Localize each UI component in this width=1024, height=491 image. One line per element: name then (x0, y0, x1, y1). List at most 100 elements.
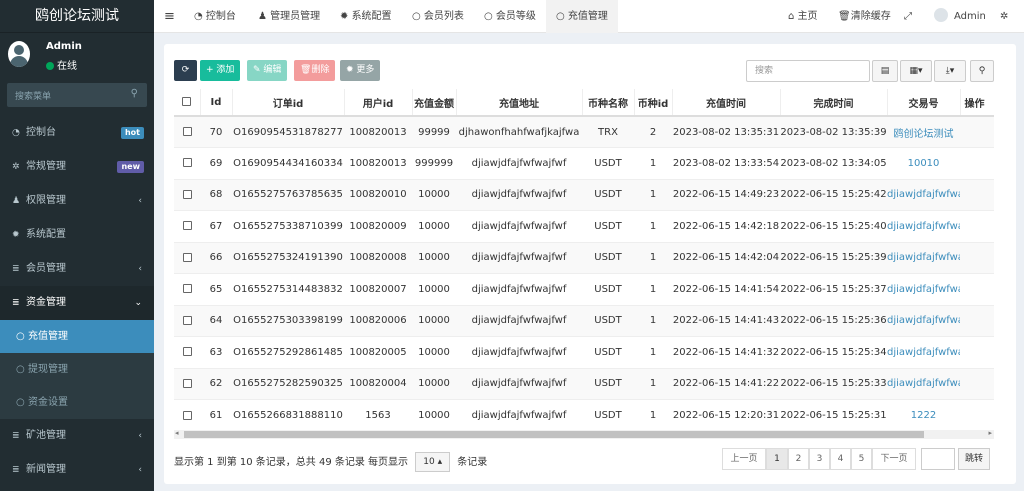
tab-dashboard[interactable]: ◔ 控制台 (194, 0, 236, 33)
column-header[interactable]: 操作 (960, 89, 994, 117)
table-row[interactable]: 61 O1655266831888110 1563 10000 djiawjdfajfw… (174, 399, 994, 429)
tab-admin-management[interactable]: ♟ 管理员管理 (258, 0, 320, 33)
column-header[interactable]: 币种id (634, 89, 673, 117)
page-scrollbar[interactable] (1016, 33, 1024, 491)
circle-icon: ○ (412, 11, 424, 22)
table-row[interactable]: 62 O1655275282590325 100820004 10000 djiawjd… (174, 367, 994, 400)
table-cell[interactable]: djiawjdfajfwfwajfwf (887, 178, 960, 211)
table-cell[interactable]: djiawjdfajfwfwajfwf (887, 241, 960, 274)
jump-button[interactable]: 跳转 (958, 448, 990, 470)
row-checkbox[interactable] (174, 399, 200, 429)
tab-member-level[interactable]: ○ 会员等级 (484, 0, 536, 33)
search-icon[interactable]: ⚲ (131, 88, 138, 99)
table-cell[interactable]: 鸥创论坛测试 (887, 115, 960, 148)
tab-system-config[interactable]: ✹ 系统配置 (340, 0, 392, 33)
table-cell: 61 (200, 399, 232, 429)
advanced-search-icon[interactable]: ⚲ (970, 60, 994, 82)
sidebar-item-dashboard[interactable]: ◔ 控制台 hot (0, 116, 154, 150)
row-checkbox[interactable] (174, 210, 200, 242)
jump-page-input[interactable] (921, 448, 955, 470)
delete-button[interactable]: 🗑删除 (294, 60, 336, 81)
tab-recharge-management[interactable]: ○ 充值管理 (546, 0, 618, 33)
row-checkbox[interactable] (174, 241, 200, 274)
sidebar-item-fund-settings[interactable]: ○ 资金设置 (0, 386, 154, 419)
table-row[interactable]: 65 O1655275314483832 100820007 10000 djiawjd… (174, 273, 994, 305)
column-header[interactable]: 充值地址 (456, 89, 583, 117)
table-row[interactable]: 70 O1690954531878277 100820013 99999 djhawon… (174, 115, 994, 148)
table-cell: 69 (200, 147, 232, 179)
table-cell (960, 178, 994, 211)
sidebar-item-pool[interactable]: ≣ 矿池管理 ‹ (0, 419, 154, 453)
table-row[interactable]: 63 O1655275292861485 100820005 10000 djiawjd… (174, 336, 994, 368)
page-button-5[interactable]: 5 (851, 448, 872, 470)
column-header[interactable]: 币种名称 (582, 89, 635, 117)
home-link[interactable]: ⌂ 主页 (788, 0, 818, 33)
horizontal-scrollbar[interactable]: ◂ ▸ (174, 429, 994, 439)
toggle-view-icon[interactable]: ▤ (872, 60, 898, 82)
columns-dropdown-icon[interactable]: ▦▾ (900, 60, 932, 82)
next-page-button[interactable]: 下一页 (872, 448, 916, 470)
sidebar-item-general[interactable]: ✲ 常规管理 new (0, 150, 154, 184)
sidebar-item-config[interactable]: ✹ 系统配置 (0, 218, 154, 252)
column-header[interactable]: 完成时间 (780, 89, 888, 117)
column-header[interactable]: 充值金额 (412, 89, 457, 117)
page-button-2[interactable]: 2 (788, 448, 809, 470)
menu-search-input[interactable]: 搜索菜单 ⚲ (7, 83, 147, 107)
table-cell: 64 (200, 304, 232, 337)
sidebar-item-recharge[interactable]: ○ 充值管理 (0, 320, 154, 353)
export-dropdown-icon[interactable]: ⤓▾ (934, 60, 966, 82)
table-cell[interactable]: djiawjdfajfwfwajfwf (887, 367, 960, 400)
prev-page-button[interactable]: 上一页 (722, 448, 766, 470)
table-cell: djiawjdfajfwfwajfwf (456, 367, 582, 400)
scroll-right-icon[interactable]: ▸ (988, 429, 992, 437)
page-button-3[interactable]: 3 (809, 448, 830, 470)
app-title[interactable]: 鸥创论坛测试 (0, 0, 154, 33)
column-header[interactable]: Id (200, 89, 233, 117)
row-checkbox[interactable] (174, 147, 200, 179)
column-header[interactable]: 充值时间 (672, 89, 781, 117)
row-checkbox[interactable] (174, 367, 200, 400)
fullscreen-icon[interactable]: ⤢ (904, 0, 912, 33)
row-checkbox[interactable] (174, 273, 200, 305)
add-button[interactable]: + 添加 (200, 60, 241, 81)
sidebar-item-members[interactable]: ≣ 会员管理 ‹ (0, 252, 154, 286)
row-checkbox[interactable] (174, 178, 200, 211)
table-row[interactable]: 68 O1655275763785635 100820010 10000 djiawjd… (174, 178, 994, 211)
refresh-button[interactable]: ⟳ (174, 60, 197, 81)
column-header[interactable]: 交易号 (887, 89, 961, 117)
column-header[interactable]: 订单id (232, 89, 345, 117)
scroll-left-icon[interactable]: ◂ (175, 429, 179, 437)
menu-toggle-icon[interactable]: ≡ (164, 0, 175, 33)
cogs-icon[interactable]: ✲ (1000, 0, 1008, 33)
table-cell[interactable]: djiawjdfajfwfwajfwf (887, 273, 960, 305)
table-row[interactable]: 66 O1655275324191390 100820008 10000 djiawjd… (174, 241, 994, 274)
sidebar-item-auth[interactable]: ♟ 权限管理 ‹ (0, 184, 154, 218)
table-row[interactable]: 69 O1690954434160334 100820013 999999 djiawj… (174, 147, 994, 179)
edit-button[interactable]: ✎ 编辑 (247, 60, 288, 81)
row-checkbox[interactable] (174, 336, 200, 368)
sidebar-item-funds[interactable]: ≣ 资金管理 ⌄ (0, 286, 154, 320)
table-row[interactable]: 67 O1655275338710399 100820009 10000 djiawjd… (174, 210, 994, 242)
page-size-select[interactable]: 10 ▴ (415, 452, 451, 472)
admin-menu[interactable]: Admin (934, 0, 986, 33)
clear-cache-button[interactable]: 🗑清除缓存 (838, 0, 891, 33)
more-button[interactable]: ✹ 更多 (340, 60, 381, 81)
table-cell[interactable]: djiawjdfajfwfwajfwf (887, 210, 960, 242)
table-search-input[interactable]: 搜索 (746, 60, 870, 82)
row-checkbox[interactable] (174, 115, 200, 148)
tab-member-list[interactable]: ○ 会员列表 (412, 0, 464, 33)
page-button-1[interactable]: 1 (766, 448, 788, 470)
page-button-4[interactable]: 4 (830, 448, 851, 470)
add-label: 添加 (216, 65, 235, 75)
sidebar-item-news[interactable]: ≣ 新闻管理 ‹ (0, 453, 154, 487)
sidebar-item-withdraw[interactable]: ○ 提现管理 (0, 353, 154, 386)
select-all-checkbox[interactable] (174, 89, 201, 117)
table-cell[interactable]: djiawjdfajfwfwajfwf (887, 304, 960, 337)
table-cell[interactable]: 10010 (887, 147, 960, 179)
row-checkbox[interactable] (174, 304, 200, 337)
table-cell[interactable]: djiawjdfajfwfwajfwf (887, 336, 960, 368)
column-header[interactable]: 用户id (344, 89, 413, 117)
table-cell[interactable]: 1222 (887, 399, 960, 429)
table-row[interactable]: 64 O1655275303398199 100820006 10000 djiawjd… (174, 304, 994, 337)
scroll-thumb[interactable] (184, 431, 924, 438)
